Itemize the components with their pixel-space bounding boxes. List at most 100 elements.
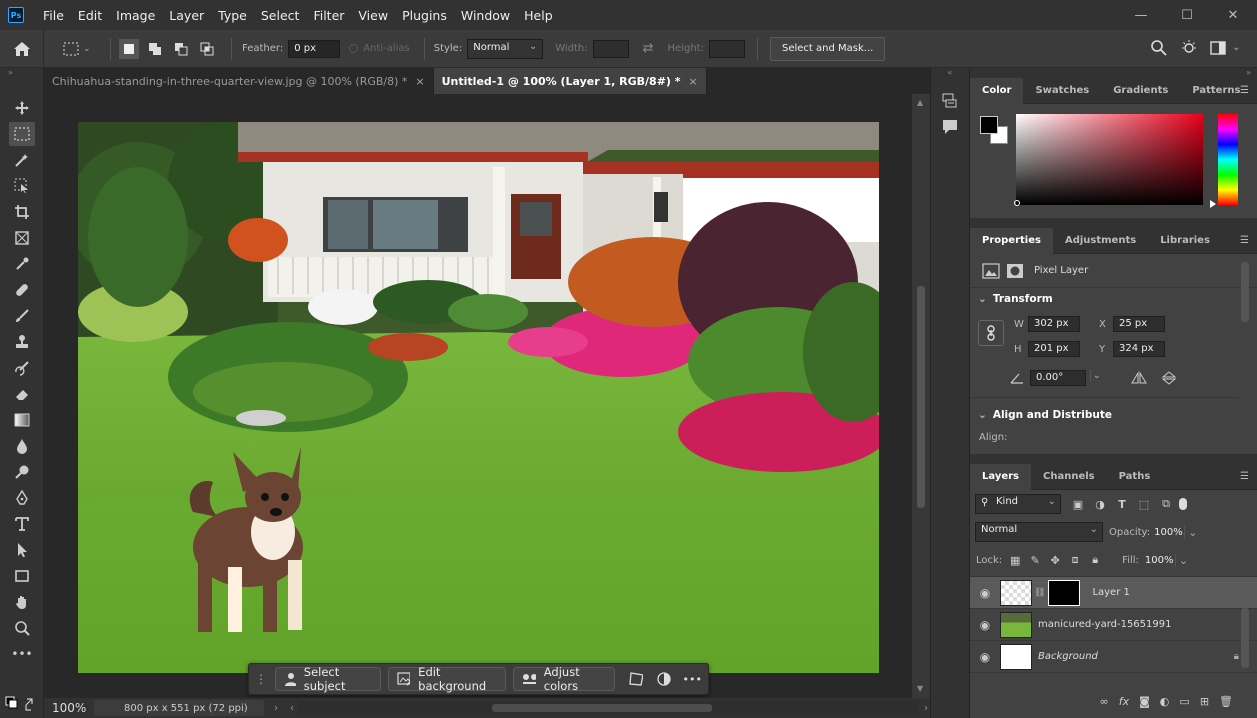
comments-panel-button[interactable] [931, 118, 969, 136]
color-picker-cursor[interactable] [1014, 200, 1020, 206]
flip-vertical-icon[interactable] [1160, 371, 1178, 385]
eraser-tool[interactable] [9, 382, 35, 406]
zoom-level[interactable]: 100% [44, 701, 94, 715]
menu-image[interactable]: Image [109, 8, 162, 23]
filter-shape-icon[interactable]: ⬚ [1135, 495, 1153, 513]
home-button[interactable] [0, 29, 44, 68]
document-canvas[interactable] [78, 122, 879, 673]
color-field[interactable] [1016, 114, 1203, 205]
trash-icon[interactable]: 🗑︎ [1219, 695, 1233, 708]
gradient-tool[interactable] [9, 408, 35, 432]
eye-icon[interactable]: ◉ [970, 586, 1000, 600]
panel-menu-icon[interactable]: ☰ [1240, 471, 1249, 482]
chevron-down-icon[interactable]: ⌄ [1089, 370, 1101, 381]
rectangle-tool[interactable] [9, 564, 35, 588]
new-selection-button[interactable] [119, 38, 139, 59]
zoom-tool[interactable] [9, 616, 35, 640]
more-icon[interactable]: ••• [683, 673, 702, 686]
rectangular-marquee-tool[interactable] [9, 122, 35, 146]
transform-section-header[interactable]: ⌄ Transform [970, 288, 1257, 310]
link-layers-icon[interactable]: ∞ [1100, 695, 1109, 708]
opacity-value[interactable]: 100% [1154, 527, 1184, 538]
chevron-right-icon[interactable]: › [274, 703, 278, 714]
layer-filter-select[interactable]: ⚲ Kind ⌄ [975, 494, 1061, 514]
lock-artboard-icon[interactable]: ⧈ [1066, 551, 1084, 569]
close-icon[interactable]: × [415, 75, 424, 88]
adjustment-layer-icon[interactable]: ◐ [1160, 695, 1170, 708]
document-size[interactable]: 800 px x 551 px (72 ppi) [94, 700, 264, 716]
blur-tool[interactable] [9, 434, 35, 458]
lock-transparent-icon[interactable]: ▦ [1006, 551, 1024, 569]
filter-smart-object-icon[interactable]: ⧉ [1157, 495, 1175, 513]
type-tool[interactable] [9, 512, 35, 536]
properties-scrollbar[interactable] [1241, 262, 1249, 322]
lasso-tool[interactable] [9, 148, 35, 172]
adjust-colors-button[interactable]: Adjust colors [513, 665, 615, 693]
crop-tool[interactable] [9, 200, 35, 224]
move-tool[interactable] [9, 96, 35, 120]
layers-scrollbar[interactable] [1241, 608, 1249, 668]
history-brush-tool[interactable] [9, 356, 35, 380]
angle-field[interactable]: 0.00° ⌄ [1030, 370, 1101, 386]
select-and-mask-button[interactable]: Select and Mask... [769, 36, 886, 61]
workspace-icon[interactable] [1210, 39, 1228, 57]
healing-brush-tool[interactable] [9, 278, 35, 302]
hue-slider-handle[interactable] [1210, 200, 1216, 208]
chevron-down-icon[interactable]: ⌄ [1232, 42, 1240, 57]
add-selection-button[interactable] [145, 39, 165, 59]
mask-link-icon[interactable]: ⛓︎ [1034, 588, 1045, 598]
align-section-header[interactable]: ⌄ Align and Distribute [970, 404, 1112, 426]
menu-window[interactable]: Window [454, 8, 517, 23]
hand-tool[interactable] [9, 590, 35, 614]
tab-libraries[interactable]: Libraries [1148, 228, 1222, 254]
panel-menu-icon[interactable]: ☰ [1240, 235, 1249, 246]
clone-stamp-tool[interactable] [9, 330, 35, 354]
filter-toggle-icon[interactable] [1179, 498, 1187, 510]
intersect-selection-button[interactable] [197, 39, 217, 59]
path-selection-tool[interactable] [9, 538, 35, 562]
tab-chihuahua[interactable]: Chihuahua-standing-in-three-quarter-view… [44, 68, 434, 94]
tab-color[interactable]: Color [970, 77, 1024, 104]
history-panel-button[interactable] [931, 92, 969, 110]
close-icon[interactable]: × [689, 75, 698, 88]
height-field[interactable]: 201 px [1028, 341, 1080, 357]
menu-select[interactable]: Select [254, 8, 307, 23]
search-icon[interactable] [1150, 39, 1168, 57]
lock-all-icon[interactable]: 🔒︎ [1086, 551, 1104, 569]
filter-type-icon[interactable]: T [1113, 495, 1131, 513]
menu-edit[interactable]: Edit [71, 8, 109, 23]
menu-file[interactable]: File [36, 8, 71, 23]
mask-toggle-icon[interactable] [655, 671, 671, 687]
discover-light-icon[interactable] [1180, 39, 1198, 57]
menu-view[interactable]: View [351, 8, 395, 23]
close-window-button[interactable]: ✕ [1210, 0, 1256, 30]
fill-value[interactable]: 100% [1145, 555, 1175, 566]
pen-tool[interactable] [9, 486, 35, 510]
tab-adjustments[interactable]: Adjustments [1053, 228, 1148, 254]
chevron-right-icon[interactable]: › [924, 703, 928, 714]
hue-slider[interactable] [1218, 114, 1238, 205]
y-field[interactable]: 324 px [1113, 341, 1165, 357]
filter-pixel-icon[interactable]: ▣ [1069, 495, 1087, 513]
menu-plugins[interactable]: Plugins [395, 8, 454, 23]
color-swatches-mini[interactable] [5, 696, 39, 714]
maximize-button[interactable]: ☐ [1164, 0, 1210, 30]
collapse-right-icon[interactable]: » [970, 68, 1257, 78]
transform-icon[interactable] [628, 671, 644, 687]
collapse-panels-icon[interactable]: « [931, 68, 969, 78]
tab-swatches[interactable]: Swatches [1023, 78, 1101, 104]
menu-filter[interactable]: Filter [306, 8, 351, 23]
frame-tool[interactable] [9, 226, 35, 250]
fx-icon[interactable]: fx [1119, 695, 1129, 708]
layer-mask-thumbnail[interactable] [1048, 579, 1081, 606]
new-group-icon[interactable]: ▭ [1179, 695, 1189, 708]
object-selection-tool[interactable] [9, 174, 35, 198]
edit-background-button[interactable]: Edit background [387, 665, 507, 693]
layer-row-manicured-yard[interactable]: ◉ manicured-yard-15651991 [970, 609, 1257, 641]
tab-properties[interactable]: Properties [970, 227, 1053, 254]
menu-type[interactable]: Type [211, 8, 254, 23]
dodge-tool[interactable] [9, 460, 35, 484]
antialias-checkbox[interactable] [349, 44, 359, 53]
scroll-down-icon[interactable]: ▼ [917, 684, 923, 693]
width-field[interactable]: 302 px [1028, 316, 1080, 332]
